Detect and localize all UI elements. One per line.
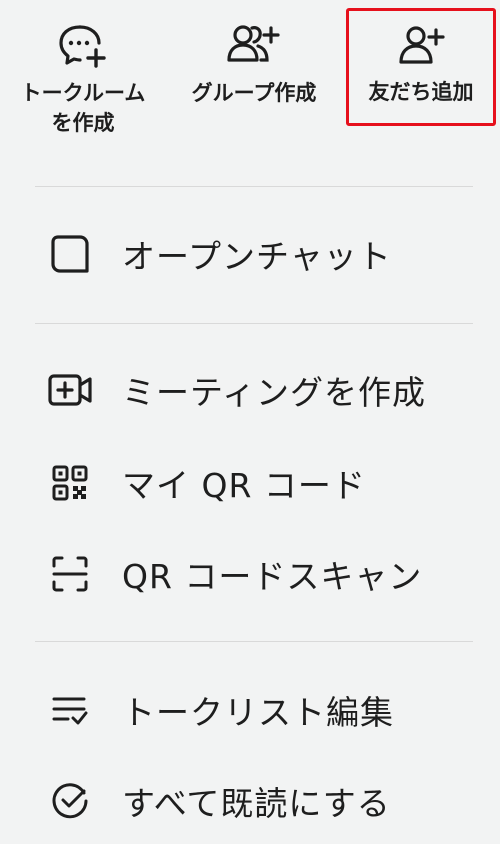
video-plus-icon bbox=[47, 367, 93, 413]
scan-frame-icon bbox=[47, 551, 93, 597]
create-talk-room-label: トークルーム を作成 bbox=[20, 81, 146, 135]
mark-all-read-label: すべて既読にする bbox=[122, 784, 391, 823]
chat-bubble-plus-icon bbox=[57, 22, 109, 68]
my-qr-code-label: マイ QR コード bbox=[122, 466, 366, 505]
open-chat-item[interactable]: オープンチャット bbox=[0, 224, 500, 284]
mark-all-read-item[interactable]: すべて既読にする bbox=[0, 771, 500, 831]
divider bbox=[35, 323, 473, 324]
open-chat-label: オープンチャット bbox=[122, 237, 392, 276]
create-meeting-item[interactable]: ミーティングを作成 bbox=[0, 360, 500, 420]
edit-talk-list-item[interactable]: トークリスト編集 bbox=[0, 680, 500, 740]
open-chat-icon bbox=[47, 231, 93, 277]
qr-code-scan-label: QR コードスキャン bbox=[122, 557, 423, 596]
my-qr-code-item[interactable]: マイ QR コード bbox=[0, 453, 500, 513]
add-friends-button[interactable]: 友だち追加 bbox=[346, 8, 496, 126]
create-group-button[interactable]: グループ作成 bbox=[178, 0, 330, 108]
qr-code-scan-item[interactable]: QR コードスキャン bbox=[0, 544, 500, 604]
add-friends-label: 友だち追加 bbox=[368, 80, 474, 104]
top-actions: トークルーム を作成 グループ作成 友だち追加 bbox=[0, 0, 500, 160]
divider bbox=[35, 186, 473, 187]
divider bbox=[35, 641, 473, 642]
list-check-icon bbox=[47, 687, 93, 733]
create-group-label: グループ作成 bbox=[191, 81, 317, 105]
person-plus-icon bbox=[395, 23, 447, 69]
check-circle-icon bbox=[47, 778, 93, 824]
create-talk-room-button[interactable]: トークルーム を作成 bbox=[8, 0, 158, 138]
create-meeting-label: ミーティングを作成 bbox=[122, 373, 427, 412]
edit-talk-list-label: トークリスト編集 bbox=[122, 693, 394, 732]
group-plus-icon bbox=[227, 22, 280, 68]
qr-code-icon bbox=[47, 460, 93, 506]
